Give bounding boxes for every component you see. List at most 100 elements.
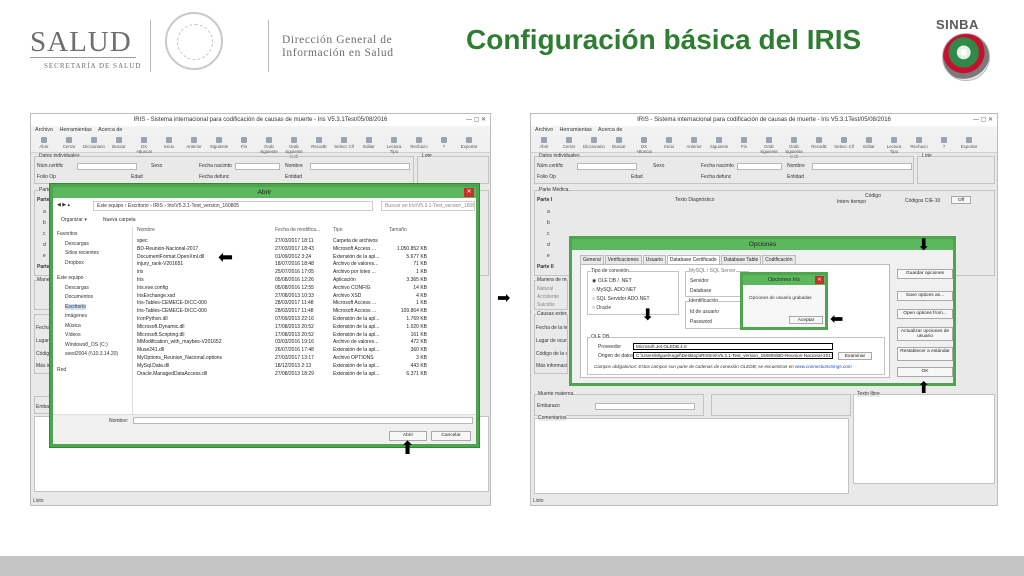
menu-archivo[interactable]: Archivo [535, 127, 553, 133]
toolbar-button[interactable]: Editar [858, 137, 880, 151]
nav-item[interactable]: Dropbox [65, 260, 84, 266]
nav-item[interactable]: seed2004 (\\10.3.14.20) [65, 351, 118, 357]
accidente-radio[interactable]: Accidente [537, 294, 567, 300]
toolbar-button[interactable]: DX +Buscar [633, 137, 655, 154]
new-folder-button[interactable]: Nueva carpeta [103, 217, 136, 223]
suicidio-radio[interactable]: Suicidio [537, 302, 567, 308]
toolbar-button[interactable]: Grab siguiente rech [283, 137, 305, 159]
tab-database-table[interactable]: Database Table [720, 255, 762, 264]
save-options-as-button[interactable]: Save options as... [897, 291, 953, 301]
file-row[interactable]: Muse241.dll 26/07/2016 17:48 Extensión de … [137, 347, 476, 355]
toolbar-button[interactable]: Cerrar [558, 137, 580, 151]
file-row[interactable]: Iris-Tables-CEMECE-DICC-000 28/03/2017 11… [137, 300, 476, 308]
nav-item[interactable]: Red [57, 367, 66, 373]
nav-item[interactable]: Este equipo [57, 275, 83, 281]
origen-input[interactable]: C:\Users\MiguelAngel\Desktop\IRIS\Iris\V… [633, 352, 833, 359]
tab-database-certificado[interactable]: Database Certificado [666, 255, 720, 264]
toolbar-button[interactable]: Inicio [158, 137, 180, 151]
tab-general[interactable]: General [580, 255, 604, 264]
file-row[interactable]: DocumentFormat.OpenXml.dll 01/09/2012 3:2… [137, 254, 476, 262]
menu-archivo[interactable]: Archivo [35, 127, 53, 133]
file-row[interactable]: Oracle.ManagedDataAccess.dll 27/08/2013 1… [137, 371, 476, 379]
toolbar-button[interactable]: ? [933, 137, 955, 151]
toolbar-button[interactable]: Rechazo [908, 137, 930, 151]
nombre-input[interactable] [310, 163, 410, 170]
file-row[interactable]: injury_rank-V201651 18/07/2016 18:48 Archi… [137, 261, 476, 269]
nombre-input[interactable] [812, 163, 912, 170]
num-certific-input[interactable] [577, 163, 637, 170]
toolbar-button[interactable]: Buscar [608, 137, 630, 151]
toolbar-button[interactable]: Abrir [533, 137, 555, 151]
toolbar-button[interactable]: Exportar [958, 137, 980, 151]
toolbar-button[interactable]: Lectura Tipo [883, 137, 905, 154]
file-row[interactable]: Microsoft.Scripting.dll 17/08/2013 20:52 E… [137, 332, 476, 340]
menu-acerca[interactable]: Acerca de [98, 127, 122, 133]
file-row[interactable]: BD-Reunion-Nacional-2017 27/03/2017 18:43… [137, 246, 476, 254]
address-bar[interactable]: Este equipo › Escritorio › IRIS › Iris\V… [93, 201, 373, 211]
guardar-opciones-button[interactable]: Guardar opciones [897, 269, 953, 279]
menu-herramientas[interactable]: Herramientas [59, 127, 91, 133]
file-row[interactable]: MyOptions_Reunion_Nacional.options 27/03/… [137, 355, 476, 363]
nav-item[interactable]: Favoritos [57, 231, 78, 237]
toolbar-button[interactable]: Lectura Tipo [383, 137, 405, 154]
toolbar-button[interactable]: Grab siguiente [758, 137, 780, 154]
toolbar-button[interactable]: Abrir [33, 137, 55, 151]
tab-codificacion[interactable]: Codificación [762, 255, 796, 264]
toolbar-button[interactable]: Grab siguiente rech [783, 137, 805, 159]
fecha-nacimto-input[interactable] [235, 163, 280, 170]
toolbar-button[interactable]: Diccionario [83, 137, 105, 151]
toolbar-button[interactable]: DX +Buscar [133, 137, 155, 154]
proveedor-input[interactable]: Microsoft.Jet.OLEDB.4.0 [633, 343, 833, 350]
embarazo-select[interactable] [595, 403, 695, 410]
path-segment[interactable]: Iris\V5.3.1-Test_version_160805 [167, 203, 239, 209]
window-controls-icon[interactable]: — ▢ ✕ [973, 114, 993, 126]
nav-item[interactable]: Sitios recientes [65, 250, 99, 256]
toolbar-button[interactable]: Fin [733, 137, 755, 151]
nav-item[interactable]: Música [65, 323, 81, 329]
nav-item[interactable]: Documentos [65, 294, 93, 300]
close-icon[interactable]: ✕ [464, 188, 474, 197]
radio-sqlserver[interactable]: ○ SQL Servidor ADO.NET [592, 296, 650, 302]
menu-acerca[interactable]: Acerca de [598, 127, 622, 133]
restablecer-button[interactable]: Restablecer a estándar [897, 347, 953, 361]
nav-buttons-icon[interactable]: ◀ ▶ ▴ [57, 202, 70, 208]
toolbar-button[interactable]: Diccionario [583, 137, 605, 151]
file-row[interactable]: MySql.Data.dll 18/12/2013 2:13 Extensión d… [137, 363, 476, 371]
file-row[interactable]: Iris.exe.config 05/08/2016 12:55 Archivo C… [137, 285, 476, 293]
file-name-input[interactable] [133, 417, 473, 424]
nav-item[interactable]: Vídeos [65, 332, 81, 338]
column-tipo[interactable]: Tipo [333, 227, 343, 233]
path-segment[interactable]: Este equipo [97, 203, 123, 209]
open-options-button[interactable]: Open options from... [897, 309, 953, 319]
nav-item[interactable]: Windows8_OS (C:) [65, 342, 108, 348]
toolbar-button[interactable]: Selecc Cll [333, 137, 355, 151]
file-row[interactable]: iris 25/07/2016 17:05 Archivo por lotes ..… [137, 269, 476, 277]
toolbar-button[interactable]: Anterior [683, 137, 705, 151]
examinar-button[interactable]: Examinar [838, 352, 872, 360]
fecha-nacimto-input[interactable] [737, 163, 782, 170]
path-segment[interactable]: Escritorio [128, 203, 149, 209]
toolbar-button[interactable]: Grab siguiente [258, 137, 280, 154]
toolbar-button[interactable]: Siguiente [708, 137, 730, 151]
file-row[interactable]: Microsoft.Dynamic.dll 17/08/2013 20:52 Ext… [137, 324, 476, 332]
cancel-button[interactable]: Cancelar [431, 431, 471, 441]
file-row[interactable]: Iris 05/08/2016 12:26 Aplicación 3.365 KB [137, 277, 476, 285]
radio-oledb[interactable]: ◉ OLE DB / .NET [592, 278, 632, 284]
organize-button[interactable]: Organizar ▾ [61, 217, 87, 223]
comentarios-box[interactable]: Comentarios [534, 415, 849, 494]
texto-libre-box[interactable]: Texto libre [853, 391, 995, 484]
aceptar-button[interactable]: Aceptar [789, 316, 823, 324]
actualizar-opciones-button[interactable]: Actualizar opciones de usuario [897, 327, 953, 341]
radio-mysql[interactable]: ○ MySQL ADO.NET [592, 287, 636, 293]
toolbar-button[interactable]: Rechazo [408, 137, 430, 151]
column-nombre[interactable]: Nombre [137, 227, 155, 233]
ok-button[interactable]: OK [897, 367, 953, 377]
search-input[interactable]: Buscar en Iris\V5.3.1-Test_version_16080… [381, 201, 475, 211]
column-fecha[interactable]: Fecha de modifica... [275, 227, 320, 233]
toolbar-button[interactable]: Editar [358, 137, 380, 151]
toolbar-button[interactable]: Selecc Cll [833, 137, 855, 151]
toolbar-button[interactable]: Anterior [183, 137, 205, 151]
toolbar-button[interactable]: RecodE [808, 137, 830, 151]
file-row[interactable]: spec 27/03/2017 18:11 Carpeta de archivos [137, 238, 476, 246]
nav-item[interactable]: Imágenes [65, 313, 87, 319]
